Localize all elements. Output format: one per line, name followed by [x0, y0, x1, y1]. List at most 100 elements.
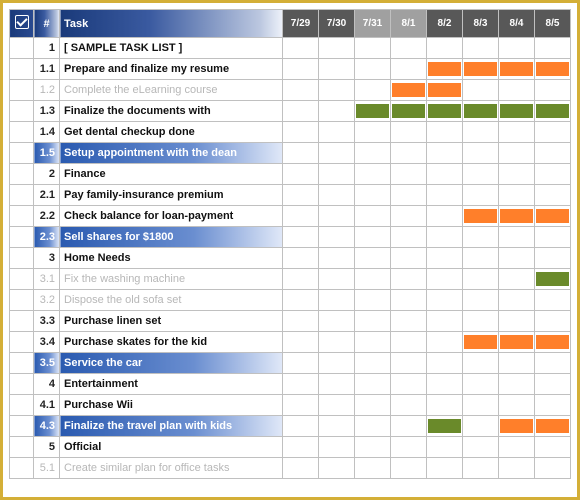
day-cell[interactable]: [391, 185, 427, 206]
day-cell[interactable]: [319, 38, 355, 59]
day-cell[interactable]: [319, 80, 355, 101]
day-cell[interactable]: [463, 122, 499, 143]
day-cell[interactable]: [499, 248, 535, 269]
day-cell[interactable]: [427, 332, 463, 353]
day-cell[interactable]: [283, 374, 319, 395]
day-cell[interactable]: [463, 416, 499, 437]
number-column-header[interactable]: #: [34, 10, 60, 38]
gantt-bar[interactable]: [500, 62, 533, 76]
day-cell[interactable]: [319, 206, 355, 227]
check-cell[interactable]: [10, 416, 34, 437]
table-row[interactable]: 1.3Finalize the documents with: [10, 101, 571, 122]
day-cell[interactable]: [391, 101, 427, 122]
gantt-bar[interactable]: [500, 335, 533, 349]
task-name-cell[interactable]: Finalize the travel plan with kids: [60, 416, 283, 437]
day-cell[interactable]: [427, 122, 463, 143]
task-name-cell[interactable]: Prepare and finalize my resume: [60, 59, 283, 80]
day-cell[interactable]: [535, 59, 571, 80]
day-cell[interactable]: [355, 80, 391, 101]
day-cell[interactable]: [391, 227, 427, 248]
table-row[interactable]: 3Home Needs: [10, 248, 571, 269]
day-cell[interactable]: [535, 101, 571, 122]
gantt-bar[interactable]: [500, 419, 533, 433]
day-cell[interactable]: [535, 416, 571, 437]
task-name-cell[interactable]: Official: [60, 437, 283, 458]
day-cell[interactable]: [535, 122, 571, 143]
gantt-bar[interactable]: [464, 104, 497, 118]
day-cell[interactable]: [319, 332, 355, 353]
day-cell[interactable]: [319, 269, 355, 290]
day-cell[interactable]: [319, 395, 355, 416]
day-cell[interactable]: [319, 248, 355, 269]
table-row[interactable]: 4Entertainment: [10, 374, 571, 395]
day-cell[interactable]: [463, 206, 499, 227]
check-cell[interactable]: [10, 332, 34, 353]
day-cell[interactable]: [463, 395, 499, 416]
day-cell[interactable]: [535, 164, 571, 185]
day-cell[interactable]: [355, 122, 391, 143]
day-cell[interactable]: [427, 311, 463, 332]
check-cell[interactable]: [10, 164, 34, 185]
day-cell[interactable]: [463, 311, 499, 332]
day-cell[interactable]: [463, 143, 499, 164]
task-name-cell[interactable]: Dispose the old sofa set: [60, 290, 283, 311]
day-cell[interactable]: [427, 227, 463, 248]
gantt-bar[interactable]: [356, 104, 389, 118]
check-cell[interactable]: [10, 269, 34, 290]
day-cell[interactable]: [355, 227, 391, 248]
day-cell[interactable]: [427, 395, 463, 416]
day-cell[interactable]: [499, 227, 535, 248]
day-cell[interactable]: [535, 206, 571, 227]
gantt-bar[interactable]: [464, 209, 497, 223]
table-row[interactable]: 2.2Check balance for loan-payment: [10, 206, 571, 227]
day-cell[interactable]: [535, 395, 571, 416]
task-name-cell[interactable]: Get dental checkup done: [60, 122, 283, 143]
day-cell[interactable]: [319, 416, 355, 437]
task-name-cell[interactable]: Finance: [60, 164, 283, 185]
day-cell[interactable]: [355, 437, 391, 458]
date-column-header[interactable]: 8/2: [427, 10, 463, 38]
day-cell[interactable]: [283, 332, 319, 353]
day-cell[interactable]: [427, 458, 463, 479]
day-cell[interactable]: [283, 395, 319, 416]
table-row[interactable]: 3.5Service the car: [10, 353, 571, 374]
check-cell[interactable]: [10, 185, 34, 206]
gantt-bar[interactable]: [500, 104, 533, 118]
day-cell[interactable]: [283, 290, 319, 311]
day-cell[interactable]: [283, 164, 319, 185]
day-cell[interactable]: [499, 143, 535, 164]
table-row[interactable]: 1.1Prepare and finalize my resume: [10, 59, 571, 80]
day-cell[interactable]: [499, 311, 535, 332]
day-cell[interactable]: [499, 416, 535, 437]
day-cell[interactable]: [355, 458, 391, 479]
day-cell[interactable]: [355, 269, 391, 290]
check-cell[interactable]: [10, 143, 34, 164]
day-cell[interactable]: [283, 80, 319, 101]
check-cell[interactable]: [10, 101, 34, 122]
day-cell[interactable]: [319, 353, 355, 374]
day-cell[interactable]: [319, 101, 355, 122]
day-cell[interactable]: [499, 185, 535, 206]
day-cell[interactable]: [319, 437, 355, 458]
day-cell[interactable]: [499, 122, 535, 143]
gantt-bar[interactable]: [464, 62, 497, 76]
day-cell[interactable]: [499, 206, 535, 227]
day-cell[interactable]: [283, 227, 319, 248]
day-cell[interactable]: [355, 374, 391, 395]
date-column-header[interactable]: 7/29: [283, 10, 319, 38]
check-cell[interactable]: [10, 206, 34, 227]
day-cell[interactable]: [355, 101, 391, 122]
day-cell[interactable]: [391, 353, 427, 374]
day-cell[interactable]: [535, 374, 571, 395]
day-cell[interactable]: [319, 164, 355, 185]
day-cell[interactable]: [355, 353, 391, 374]
date-column-header[interactable]: 7/30: [319, 10, 355, 38]
gantt-bar[interactable]: [536, 419, 569, 433]
day-cell[interactable]: [391, 38, 427, 59]
gantt-bar[interactable]: [500, 209, 533, 223]
day-cell[interactable]: [427, 185, 463, 206]
day-cell[interactable]: [427, 437, 463, 458]
day-cell[interactable]: [391, 164, 427, 185]
day-cell[interactable]: [427, 101, 463, 122]
day-cell[interactable]: [535, 227, 571, 248]
